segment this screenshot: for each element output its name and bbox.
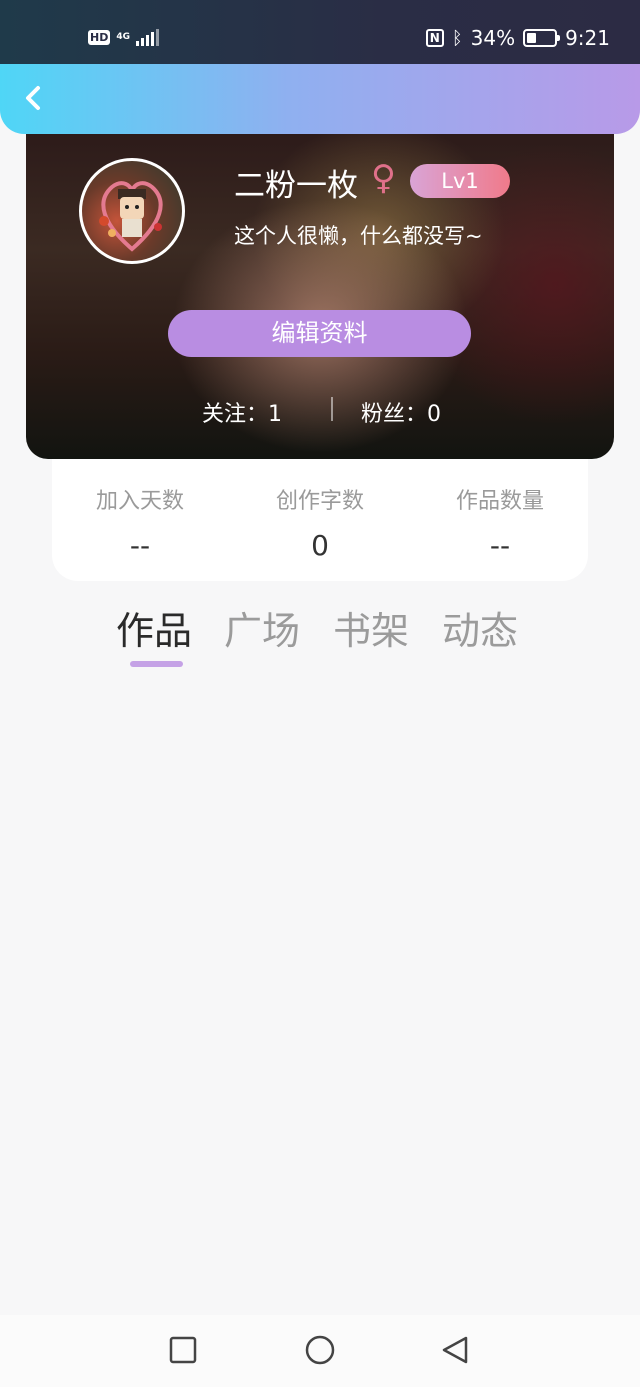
recent-apps-button[interactable] [168,1335,198,1365]
home-button[interactable] [305,1335,335,1365]
clock: 9:21 [565,26,610,50]
tab-square[interactable]: 广场 [224,600,300,655]
back-triangle-icon [442,1336,468,1364]
tab-works[interactable]: 作品 [116,600,192,655]
avatar-image [99,181,163,252]
stat-label: 加入天数 [95,489,184,514]
stat-join-days: 加入天数 -- [55,483,225,562]
battery-percent: 34% [470,26,516,50]
avatar[interactable] [79,158,185,264]
bluetooth-icon: ᛒ [451,27,463,49]
stats-panel: 加入天数 -- 创作字数 0 作品数量 -- [52,459,588,581]
nfc-icon: N [425,29,444,47]
tab-activity[interactable]: 动态 [442,600,518,655]
active-tab-indicator [130,661,183,667]
bio-text: 这个人很懒，什么都没写~ [234,224,483,248]
status-right: N ᛒ 34% 9:21 [425,26,610,50]
signal-group: HD 4G [88,28,159,46]
edit-profile-button[interactable]: 编辑资料 [168,310,471,357]
level-badge: Lv1 [410,164,510,198]
stat-works-count: 作品数量 -- [415,483,585,562]
status-bar: HD 4G N ᛒ 34% 9:21 [0,0,640,64]
female-gender-icon: ♀ [371,158,396,198]
stat-word-count: 创作字数 0 [235,483,405,562]
system-nav-bar [0,1315,640,1387]
hd-badge: HD [88,29,111,45]
stat-value: -- [489,529,511,562]
fans-count[interactable]: 粉丝：0 [361,396,441,428]
home-icon [305,1335,335,1365]
back-button[interactable] [18,80,54,116]
back-nav-button[interactable] [440,1335,470,1365]
tab-bookshelf[interactable]: 书架 [333,600,409,655]
stat-label: 作品数量 [455,489,544,514]
chevron-left-icon [26,86,40,110]
battery-icon [523,29,561,47]
header-bar [0,64,640,134]
username: 二粉一枚 [234,168,358,204]
signal-icon [136,28,159,46]
profile-card: 二粉一枚 ♀ Lv1 这个人很懒，什么都没写~ 编辑资料 关注：1 粉丝：0 [26,110,614,459]
stats-divider [331,397,333,421]
stat-value: -- [129,529,151,562]
network-type: 4G [116,31,130,42]
stat-value: 0 [311,529,329,562]
stat-label: 创作字数 [275,489,364,514]
recent-apps-icon [169,1336,197,1364]
following-count[interactable]: 关注：1 [202,396,282,428]
